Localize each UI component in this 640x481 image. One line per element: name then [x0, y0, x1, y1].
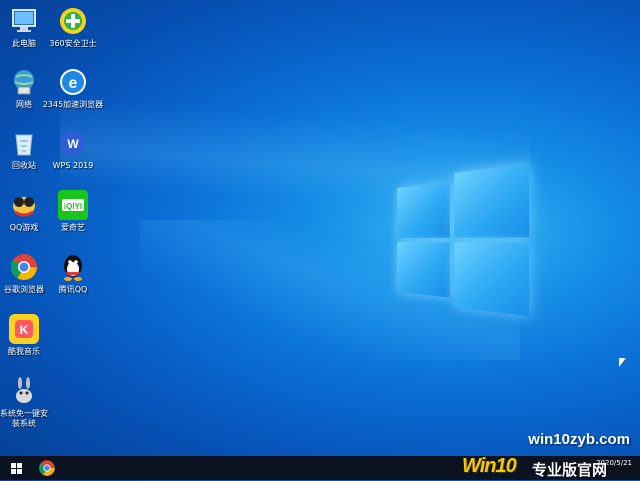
brand-overlay-win10: Win10	[462, 455, 517, 477]
brand-overlay-text: 专业版官网	[532, 462, 608, 479]
qq-icon	[58, 252, 88, 282]
desktop-icon-tencent-qq[interactable]: 腾讯QQ	[41, 252, 105, 295]
system-installer-icon	[9, 376, 39, 406]
windows-logo-wallpaper	[397, 163, 530, 317]
computer-icon	[9, 6, 39, 36]
desktop-icon-wps[interactable]: W WPS 2019	[41, 128, 105, 171]
chrome-icon	[9, 252, 39, 282]
mouse-cursor-icon	[619, 358, 626, 367]
wps-icon: W	[58, 128, 88, 158]
network-icon	[9, 67, 39, 97]
qq-game-icon	[9, 190, 39, 220]
desktop-icon-iqiyi[interactable]: iQIYI 爱奇艺	[41, 190, 105, 233]
taskbar-chrome-button[interactable]	[38, 459, 56, 477]
svg-text:W: W	[67, 137, 79, 151]
desktop-icon-kuwo-music[interactable]: K 酷我音乐	[0, 314, 56, 357]
desktop-icon-360-security[interactable]: 360安全卫士	[41, 6, 105, 49]
2345-browser-icon: e	[58, 67, 88, 97]
watermark-url: win10zyb.com	[528, 431, 630, 448]
kuwo-music-icon: K	[9, 314, 39, 344]
360-security-icon	[58, 6, 88, 36]
svg-text:K: K	[20, 323, 29, 337]
desktop-icon-system-installer[interactable]: 系统免一键安装系统	[0, 376, 56, 429]
recycle-bin-icon	[9, 128, 39, 158]
chrome-icon	[39, 460, 55, 476]
svg-text:e: e	[69, 75, 78, 92]
start-button[interactable]	[0, 456, 34, 480]
svg-text:iQIYI: iQIYI	[64, 202, 82, 211]
desktop-icon-2345-browser[interactable]: e 2345加速浏览器	[41, 67, 105, 110]
iqiyi-icon: iQIYI	[58, 190, 88, 220]
